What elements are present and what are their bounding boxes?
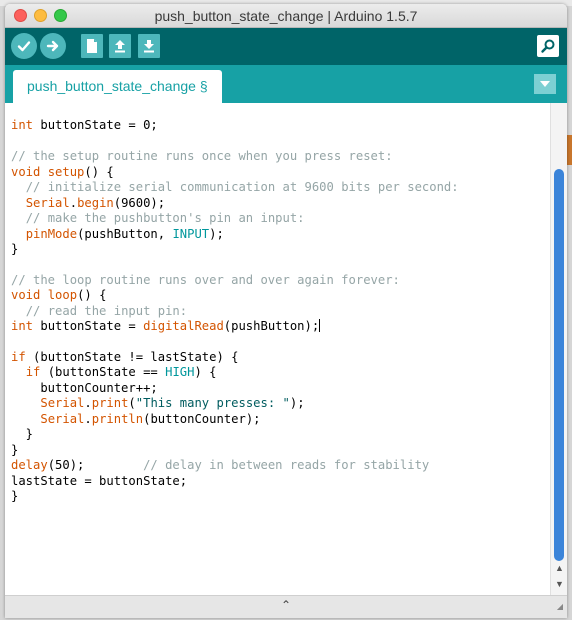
code-line: } [11, 442, 19, 457]
code-line: } [11, 427, 34, 442]
code-line: } [11, 241, 19, 256]
code-line: if (buttonState == HIGH) { [25, 365, 217, 380]
code-line: Serial.begin(9600); [25, 195, 166, 210]
open-sketch-button[interactable] [109, 34, 131, 58]
tab-bar: push_button_state_change § [5, 65, 567, 103]
code-line: void setup() { [11, 164, 114, 179]
code-line: pinMode(pushButton, INPUT); [25, 226, 224, 241]
code-line: // the setup routine runs once when you … [11, 149, 393, 164]
scroll-down-arrow-icon[interactable]: ▼ [554, 579, 565, 590]
code-line: Serial.println(buttonCounter); [40, 411, 261, 426]
window-title: push_button_state_change | Arduino 1.5.7 [154, 8, 418, 24]
title-bar: push_button_state_change | Arduino 1.5.7 [5, 4, 567, 28]
code-editor[interactable]: int buttonState = 0; // the setup routin… [5, 103, 550, 595]
scrollbar-thumb[interactable] [554, 169, 564, 561]
text-cursor [319, 319, 321, 333]
vertical-scrollbar[interactable]: ▲ ▼ [550, 103, 567, 595]
code-line: int buttonState = digitalRead(pushButton… [11, 319, 321, 334]
open-up-arrow-icon [115, 40, 125, 53]
code-line: // make the pushbutton's pin an input: [25, 211, 305, 226]
save-down-arrow-icon [144, 40, 154, 53]
scroll-up-arrow-icon[interactable]: ▲ [554, 563, 565, 574]
console-expand-icon[interactable]: ⌃ [281, 598, 291, 612]
triangle-down-icon [540, 81, 550, 87]
status-bar: ⌃ ◢ [5, 595, 567, 618]
code-line: lastState = buttonState; [11, 473, 188, 488]
upload-button[interactable] [40, 33, 66, 59]
tab-sketch[interactable]: push_button_state_change § [13, 70, 222, 103]
code-line: Serial.print("This many presses: "); [40, 396, 305, 411]
code-line: void loop() { [11, 288, 107, 303]
code-line: if (buttonState != lastState) { [11, 350, 239, 365]
resize-grip-icon[interactable]: ◢ [557, 602, 563, 611]
checkmark-icon [17, 41, 31, 52]
code-text-area[interactable]: int buttonState = 0; // the setup routin… [5, 103, 550, 535]
save-sketch-button[interactable] [138, 34, 160, 58]
right-arrow-icon [46, 40, 59, 52]
code-line: // initialize serial communication at 96… [25, 180, 459, 195]
tab-menu-button[interactable] [534, 74, 556, 94]
serial-monitor-button[interactable] [537, 35, 559, 57]
code-line: // the loop routine runs over and over a… [11, 272, 400, 287]
code-line: buttonCounter++; [11, 380, 158, 395]
code-line: int buttonState = 0; [11, 118, 158, 133]
code-line: delay(50); // delay in between reads for… [11, 458, 430, 473]
magnifier-icon [541, 39, 555, 53]
arduino-window: push_button_state_change | Arduino 1.5.7 [5, 4, 567, 618]
new-sketch-button[interactable] [81, 34, 103, 58]
code-line: // read the input pin: [25, 303, 188, 318]
toolbar [5, 28, 567, 65]
verify-button[interactable] [11, 33, 37, 59]
new-file-icon [87, 39, 97, 53]
code-line: } [11, 488, 19, 503]
